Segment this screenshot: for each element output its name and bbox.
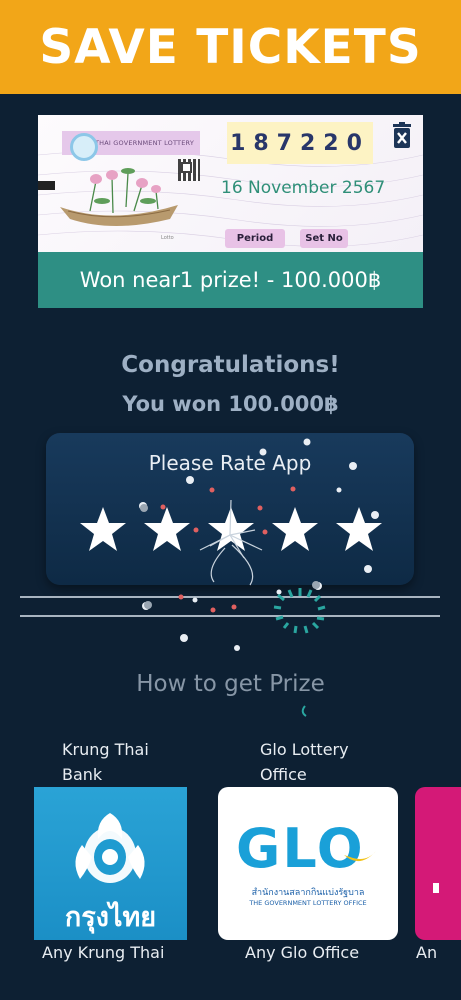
lottery-ticket-card[interactable]: THAI GOVERNMENT LOTTERY 187220 16 Novemb… bbox=[38, 115, 423, 308]
krungthai-tile[interactable]: กรุงไทย bbox=[34, 787, 187, 940]
third-bank-tile[interactable] bbox=[415, 787, 461, 940]
glo-office-tile[interactable]: GLO สำนักงานสลากกินแบ่งรัฐบาล THE GOVERN… bbox=[218, 787, 398, 940]
caption-third-bank: An bbox=[416, 943, 438, 962]
bank-label-glo: Glo Lottery Office bbox=[260, 737, 349, 787]
glo-thai-subtitle: สำนักงานสลากกินแบ่งรัฐบาล bbox=[251, 888, 365, 898]
ticket-image: THAI GOVERNMENT LOTTERY 187220 16 Novemb… bbox=[38, 115, 423, 252]
period-label: Period bbox=[225, 229, 285, 248]
glo-moon-icon bbox=[344, 851, 376, 862]
bank-label-line: Glo Lottery bbox=[260, 740, 349, 759]
congratulations-heading: Congratulations! bbox=[121, 352, 340, 378]
krungthai-logo-text: กรุงไทย bbox=[64, 902, 157, 933]
caption-glo: Any Glo Office bbox=[245, 943, 360, 962]
won-amount-text: You won 100.000฿ bbox=[122, 392, 339, 416]
bank-label-line: Bank bbox=[62, 765, 103, 784]
page-title: SAVE TICKETS bbox=[39, 19, 422, 75]
caption-krungthai: Any Krung Thai bbox=[42, 943, 165, 962]
bank-label-line: Office bbox=[260, 765, 307, 784]
ticket-date: 16 November 2567 bbox=[221, 178, 386, 198]
set-number-label: Set No bbox=[300, 229, 348, 248]
prize-result-bar: Won near1 prize! - 100.000฿ bbox=[38, 252, 423, 308]
ticket-number-box: 187220 bbox=[227, 122, 373, 164]
glo-english-subtitle: THE GOVERNMENT LOTTERY OFFICE bbox=[249, 899, 367, 907]
government-seal-icon bbox=[70, 133, 98, 161]
delete-ticket-icon[interactable] bbox=[391, 122, 413, 150]
bank-label-krungthai: Krung Thai Bank bbox=[62, 737, 149, 787]
ticket-edge-mark bbox=[38, 181, 55, 190]
ticket-number: 187220 bbox=[230, 130, 370, 156]
header-bar: SAVE TICKETS bbox=[0, 0, 461, 94]
how-to-get-prize-heading: How to get Prize bbox=[136, 671, 325, 697]
bank-label-line: Krung Thai bbox=[62, 740, 149, 759]
krungthai-bird-logo-icon bbox=[75, 813, 145, 883]
third-bank-logo-fragment bbox=[433, 883, 439, 893]
ticket-small-logo: Lotto bbox=[161, 235, 174, 241]
qr-code-icon bbox=[178, 159, 200, 181]
prize-result-text: Won near1 prize! - 100.000฿ bbox=[79, 268, 382, 292]
